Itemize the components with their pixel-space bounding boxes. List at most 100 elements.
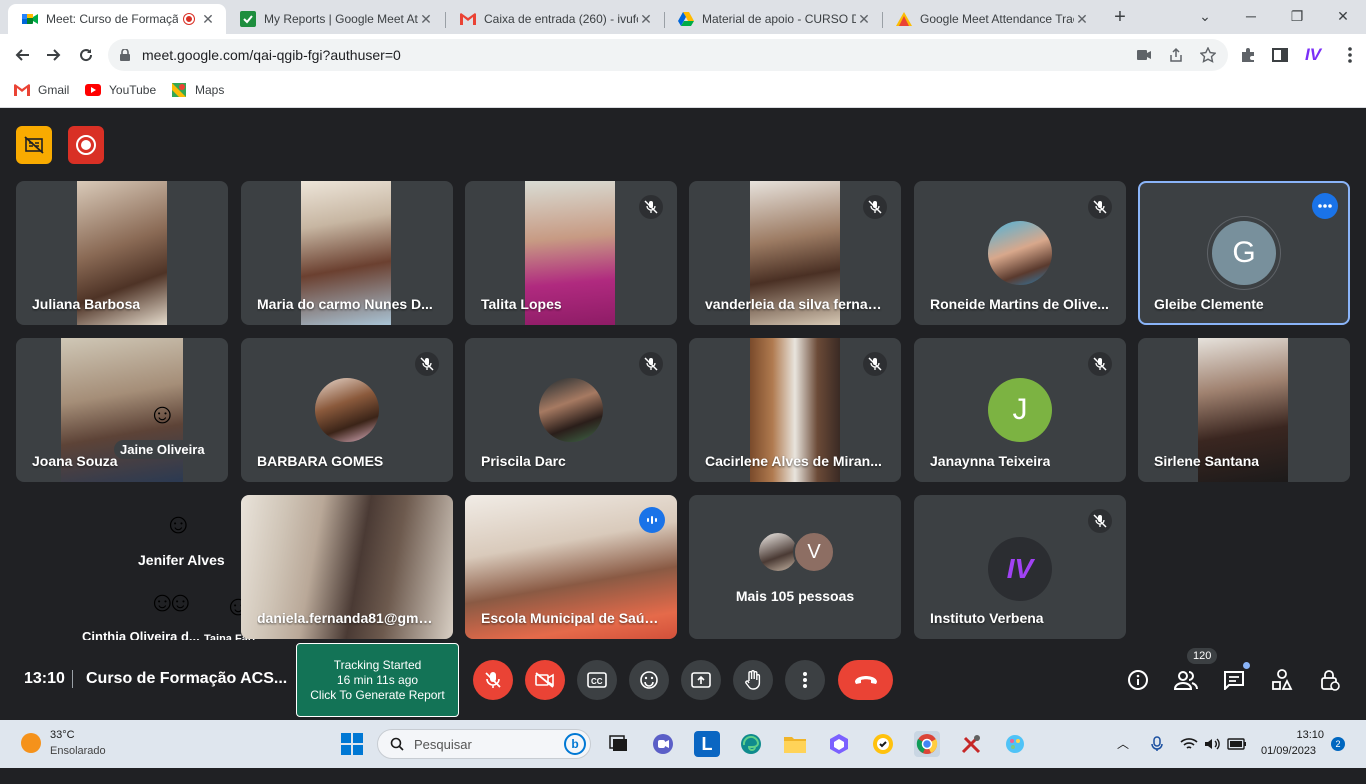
more-options-icon[interactable] — [1312, 193, 1338, 219]
participant-tile[interactable]: Cacirlene Alves de Miran... — [689, 338, 901, 482]
bookmark-star-icon[interactable] — [1200, 47, 1216, 63]
microphone-toggle-button[interactable] — [473, 660, 513, 700]
taskbar-date[interactable]: 01/09/2023 — [1261, 745, 1316, 757]
participant-tile[interactable]: BARBARA GOMES — [241, 338, 453, 482]
participant-tile[interactable]: vanderleia da silva fernan... — [689, 181, 901, 325]
close-tab-icon[interactable]: ✕ — [418, 11, 434, 28]
gmail-icon — [14, 83, 30, 97]
notification-count-badge[interactable]: 2 — [1331, 737, 1345, 751]
host-controls-lock-icon[interactable] — [1318, 668, 1342, 692]
participant-tile-pinned[interactable]: G Gleibe Clemente — [1138, 181, 1350, 325]
bing-icon[interactable]: b — [564, 733, 586, 755]
bookmark-label: Gmail — [38, 83, 70, 97]
l-app-icon[interactable]: L — [694, 731, 720, 757]
address-bar[interactable]: meet.google.com/qai-qgib-fgi?authuser=0 — [108, 39, 1228, 71]
tab-search-chevron-icon[interactable]: ⌄ — [1182, 4, 1228, 28]
meeting-details-icon[interactable] — [1126, 668, 1150, 692]
more-options-button[interactable] — [785, 660, 825, 700]
participant-tile[interactable]: IV Instituto Verbena — [914, 495, 1126, 639]
captions-off-indicator-button[interactable] — [16, 126, 52, 164]
tracking-status: Tracking Started — [333, 658, 422, 672]
captions-button[interactable]: CC — [577, 660, 617, 700]
taskbar-time[interactable]: 13:10 — [1290, 729, 1324, 741]
new-tab-button[interactable]: + — [1108, 6, 1132, 30]
chat-teams-icon[interactable] — [650, 731, 676, 757]
wifi-icon[interactable] — [1176, 731, 1202, 757]
close-tab-icon[interactable]: ✕ — [638, 11, 654, 28]
bookmark-youtube[interactable]: YouTube — [85, 83, 156, 97]
activities-icon[interactable] — [1270, 668, 1294, 692]
chrome-taskbar-icon[interactable] — [914, 731, 940, 757]
taskbar-search-box[interactable]: Pesquisar b — [377, 729, 591, 759]
participant-tile[interactable]: Talita Lopes — [465, 181, 677, 325]
attendance-tracking-button[interactable]: Tracking Started 16 min 11s ago Click To… — [296, 643, 459, 717]
svg-text:CC: CC — [591, 677, 603, 686]
participant-name: Roneide Martins de Olive... — [930, 296, 1109, 312]
participant-name: daniela.fernanda81@gma... — [257, 610, 437, 626]
volume-icon[interactable] — [1200, 731, 1226, 757]
share-icon[interactable] — [1168, 47, 1184, 63]
battery-icon[interactable] — [1224, 731, 1250, 757]
norton-icon[interactable] — [870, 731, 896, 757]
extensions-puzzle-icon[interactable] — [1238, 45, 1258, 65]
copilot-app-icon[interactable] — [826, 731, 852, 757]
participant-tile[interactable]: Sirlene Santana — [1138, 338, 1350, 482]
chat-icon[interactable] — [1222, 662, 1250, 692]
tab-gmail[interactable]: Caixa de entrada (260) - ivufc ✕ — [446, 4, 664, 34]
camera-in-use-icon[interactable] — [1136, 47, 1152, 63]
side-panel-icon[interactable] — [1270, 45, 1290, 65]
tab-meet[interactable]: Meet: Curso de Formação ACS ✕ — [8, 4, 226, 34]
present-screen-button[interactable] — [681, 660, 721, 700]
close-tab-icon[interactable]: ✕ — [1074, 11, 1090, 28]
reload-button[interactable] — [72, 41, 100, 69]
file-explorer-icon[interactable] — [782, 731, 808, 757]
microphone-tray-icon[interactable] — [1144, 731, 1170, 757]
participant-tile[interactable]: J Janaynna Teixeira — [914, 338, 1126, 482]
close-tab-icon[interactable]: ✕ — [200, 11, 216, 28]
participant-tile[interactable]: ☺ Jaine Oliveira Joana Souza — [16, 338, 228, 482]
tab-my-reports[interactable]: My Reports | Google Meet Attendance ✕ — [226, 4, 444, 34]
paint-app-icon[interactable] — [1002, 731, 1028, 757]
weather-description[interactable]: Ensolarado — [50, 745, 106, 757]
weather-temperature[interactable]: 33°C — [50, 729, 75, 741]
participant-avatar — [315, 378, 379, 442]
chrome-menu-icon[interactable] — [1340, 45, 1360, 65]
close-tab-icon[interactable]: ✕ — [856, 11, 872, 28]
participant-tile[interactable]: Roneide Martins de Olive... — [914, 181, 1126, 325]
windows-start-icon[interactable] — [339, 731, 365, 757]
participant-tile-speaking[interactable]: Escola Municipal de Saúd... — [465, 495, 677, 639]
participant-tile[interactable]: Priscila Darc — [465, 338, 677, 482]
weather-sun-icon[interactable] — [21, 733, 41, 753]
muted-mic-icon — [639, 352, 663, 376]
participant-name: Maria do carmo Nunes D... — [257, 296, 433, 312]
task-view-icon[interactable] — [606, 731, 632, 757]
leave-call-button[interactable] — [838, 660, 893, 700]
minimize-button[interactable]: ─ — [1228, 4, 1274, 28]
forward-button[interactable] — [40, 41, 68, 69]
lock-icon[interactable] — [120, 48, 130, 61]
people-icon[interactable] — [1174, 668, 1198, 692]
close-window-button[interactable]: ✕ — [1320, 4, 1366, 28]
more-participants-tile[interactable]: V Mais 105 pessoas — [689, 495, 901, 639]
recording-button[interactable] — [68, 126, 104, 164]
participant-tile[interactable]: daniela.fernanda81@gma... — [241, 495, 453, 639]
reaction-emoji-icon: ☺ — [164, 508, 193, 539]
tools-app-icon[interactable] — [958, 731, 984, 757]
edge-icon[interactable] — [738, 731, 764, 757]
restore-button[interactable]: ❐ — [1274, 4, 1320, 28]
tray-overflow-chevron-icon[interactable]: ︿ — [1117, 735, 1129, 752]
bookmark-gmail[interactable]: Gmail — [14, 83, 69, 97]
gmail-icon — [460, 11, 476, 27]
instituto-verbena-logo-icon: IV — [988, 537, 1052, 601]
profile-avatar[interactable]: IV — [1300, 45, 1326, 65]
bookmark-maps[interactable]: Maps — [171, 83, 224, 97]
participant-tile[interactable]: Juliana Barbosa — [16, 181, 228, 325]
tab-title: Google Meet Attendance Tracker — [920, 12, 1074, 26]
camera-toggle-button[interactable] — [525, 660, 565, 700]
reactions-button[interactable] — [629, 660, 669, 700]
raise-hand-button[interactable] — [733, 660, 773, 700]
participant-tile[interactable]: Maria do carmo Nunes D... — [241, 181, 453, 325]
back-button[interactable] — [8, 41, 36, 69]
tab-drive[interactable]: Material de apoio - CURSO DE ✕ — [664, 4, 882, 34]
tab-attendance-tracker[interactable]: Google Meet Attendance Tracker ✕ — [882, 4, 1100, 34]
